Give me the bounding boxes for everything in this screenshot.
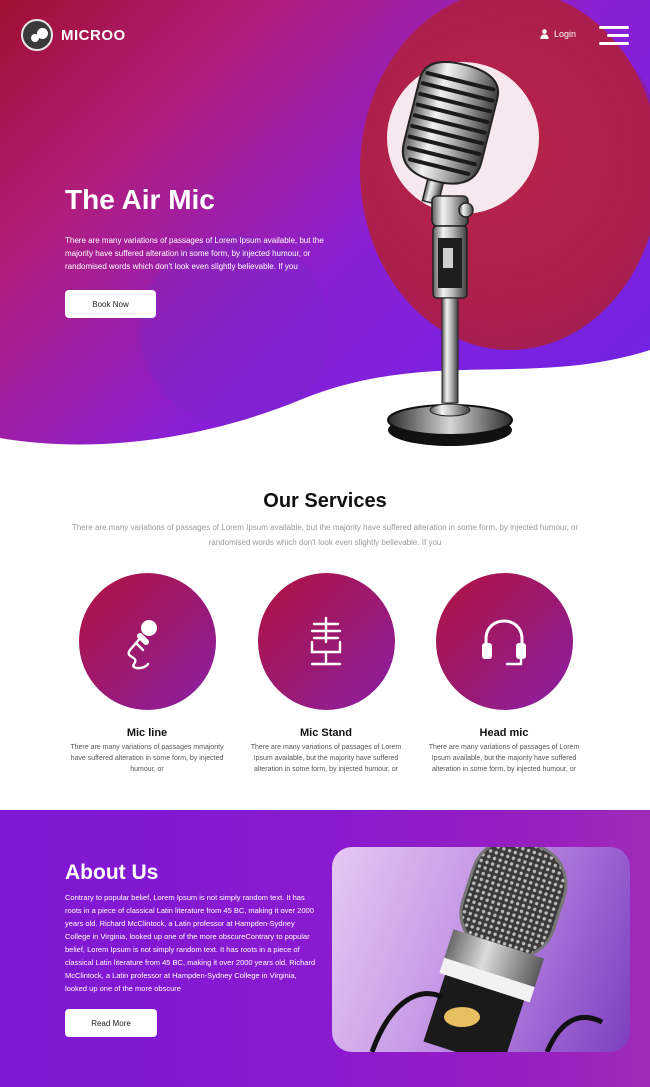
service-description: There are many variations of passages of… (428, 744, 580, 773)
hero-section: MICROO Login The Air Mic There are many … (0, 0, 650, 455)
mic-stand-icon (310, 616, 342, 665)
brand-name: MICROO (61, 26, 126, 44)
service-circle (257, 573, 395, 710)
book-now-button[interactable]: Book Now (65, 290, 156, 318)
hero-wave-shape (0, 350, 650, 455)
about-section: About Us Contrary to popular belief, Lor… (0, 810, 650, 1087)
service-name: Mic line (126, 727, 168, 739)
brand-logo[interactable]: MICROO (21, 19, 126, 51)
studio-microphone-photo (332, 847, 630, 1052)
read-more-button[interactable]: Read More (65, 1009, 157, 1037)
microphone-illustration (387, 61, 513, 446)
login-link[interactable]: Login (540, 29, 576, 39)
user-icon (540, 29, 549, 39)
login-label: Login (554, 29, 577, 39)
handheld-mic-icon (127, 619, 157, 669)
service-description: There are many variations of passages of… (250, 744, 402, 773)
services-subtitle: There are many variations of passages of… (71, 523, 579, 547)
service-description: There are many variations of passages mm… (70, 744, 224, 773)
service-card-mic-stand[interactable]: Mic Stand There are many variations of p… (246, 573, 406, 775)
service-circle (78, 573, 216, 710)
service-card-head-mic[interactable]: Head mic There are many variations of pa… (424, 573, 584, 775)
headset-icon (482, 618, 526, 665)
service-circle (435, 573, 573, 710)
about-description: Contrary to popular belief, Lorem Ipsum … (65, 893, 316, 993)
service-card-mic-line[interactable]: Mic line There are many variations of pa… (67, 573, 227, 775)
hero-title: The Air Mic (65, 184, 215, 215)
service-name: Head mic (479, 727, 529, 739)
hamburger-menu-icon[interactable] (599, 26, 629, 46)
microphone-logo-icon (21, 19, 53, 51)
about-title: About Us (65, 861, 159, 884)
services-title: Our Services (263, 490, 387, 512)
service-name: Mic Stand (300, 727, 352, 739)
hero-description: There are many variations of passages of… (65, 236, 324, 271)
